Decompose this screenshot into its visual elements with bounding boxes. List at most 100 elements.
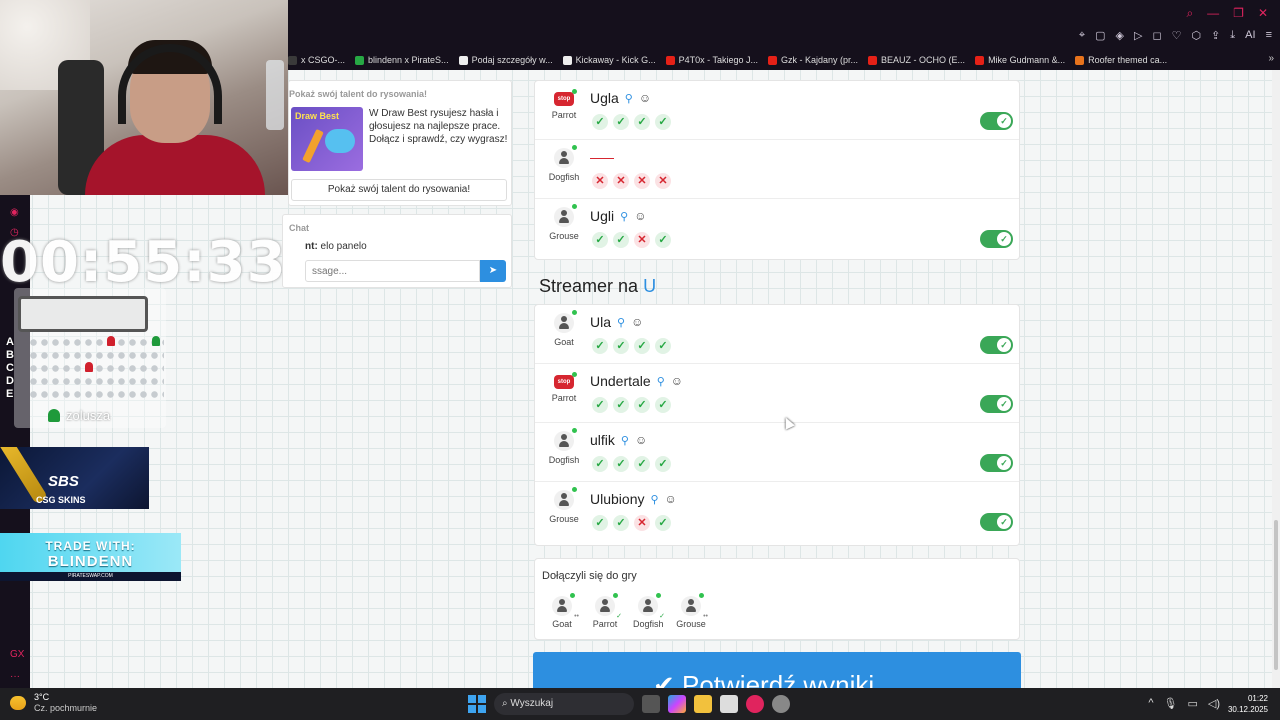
search-icon[interactable]: ⚲	[650, 493, 658, 506]
emoji-icon[interactable]: ☺	[639, 91, 651, 105]
search-icon[interactable]: ⚲	[617, 316, 625, 329]
check-icon[interactable]: ✓	[634, 114, 650, 130]
accept-toggle[interactable]	[980, 513, 1013, 531]
bookmark-item[interactable]: BEAUZ - OCHO (E...	[868, 55, 965, 65]
emoji-icon[interactable]: ☺	[631, 315, 643, 329]
check-icon[interactable]: ✓	[592, 114, 608, 130]
accept-toggle[interactable]	[980, 336, 1013, 354]
volume-icon[interactable]: ◁)	[1208, 697, 1220, 710]
cross-icon[interactable]: ✕	[655, 173, 671, 189]
clock[interactable]: 01:22 30.12.2025	[1228, 693, 1268, 715]
ai-button[interactable]: AI	[1245, 29, 1255, 42]
search-icon[interactable]: ⚲	[657, 375, 665, 388]
check-icon[interactable]: ✓	[655, 456, 671, 472]
cross-icon[interactable]: ✕	[634, 173, 650, 189]
answer-text: Ugla	[590, 90, 619, 106]
check-icon[interactable]: ✓	[592, 456, 608, 472]
bookmark-item[interactable]: P4T0x - Takiego J...	[665, 55, 758, 65]
play-icon[interactable]: ▷	[1134, 29, 1142, 42]
search-icon[interactable]: ⚲	[621, 434, 629, 447]
pin-icon[interactable]: ⌖	[1079, 29, 1085, 42]
check-icon[interactable]: ✓	[592, 397, 608, 413]
windows-start-icon[interactable]	[468, 695, 486, 713]
check-icon[interactable]: ✓	[613, 232, 629, 248]
cross-icon[interactable]: ✕	[613, 173, 629, 189]
confirm-results-button[interactable]: ✔ Potwierdź wyniki	[533, 652, 1021, 692]
store-icon[interactable]	[720, 695, 738, 713]
emoji-icon[interactable]: ☺	[635, 433, 647, 447]
gx-icon[interactable]: GX	[10, 649, 24, 660]
maximize-icon[interactable]: ❐	[1233, 6, 1244, 21]
bookmark-item[interactable]: Kickaway - Kick G...	[562, 55, 656, 65]
bookmark-item[interactable]: Roofer themed ca...	[1075, 55, 1167, 65]
screenshot-icon[interactable]: ▢	[1095, 29, 1105, 42]
bookmark-item[interactable]: x CSGO-...	[288, 55, 345, 65]
record-icon[interactable]: ◉	[10, 207, 19, 218]
file-explorer-icon[interactable]	[694, 695, 712, 713]
bookmarks-overflow-icon[interactable]: »	[1268, 53, 1274, 64]
accept-toggle[interactable]	[980, 230, 1013, 248]
emoji-icon[interactable]: ☺	[665, 492, 677, 506]
check-icon[interactable]: ✓	[613, 397, 629, 413]
heart-icon[interactable]: ♡	[1172, 29, 1182, 42]
cross-icon[interactable]: ✕	[592, 173, 608, 189]
check-icon[interactable]: ✓	[655, 515, 671, 531]
box-icon[interactable]: ◻	[1152, 29, 1161, 42]
accept-toggle[interactable]	[980, 454, 1013, 472]
check-icon[interactable]: ✓	[634, 338, 650, 354]
menu-icon[interactable]: ≡	[1266, 29, 1272, 42]
player: Dogfish	[541, 428, 587, 465]
check-icon[interactable]: ✓	[655, 232, 671, 248]
chat-send-button[interactable]: ➤	[480, 260, 506, 282]
more-icon[interactable]: ···	[10, 671, 20, 682]
search-icon[interactable]: ⚲	[625, 92, 633, 105]
check-icon[interactable]: ✓	[655, 397, 671, 413]
accept-toggle[interactable]	[980, 112, 1013, 130]
ad-button[interactable]: Pokaż swój talent do rysowania!	[291, 179, 507, 201]
bookmark-item[interactable]: Gzk - Kajdany (pr...	[768, 55, 858, 65]
task-view-icon[interactable]	[642, 695, 660, 713]
check-icon[interactable]: ✓	[613, 456, 629, 472]
check-icon[interactable]: ✓	[613, 114, 629, 130]
minimize-icon[interactable]: —	[1207, 6, 1219, 21]
bookmark-item[interactable]: Mike Gudmann &...	[975, 55, 1065, 65]
search-icon[interactable]: ⌕	[1186, 6, 1193, 21]
emoji-icon[interactable]: ☺	[671, 374, 683, 388]
accept-toggle[interactable]	[980, 395, 1013, 413]
app-icon[interactable]	[772, 695, 790, 713]
extensions-icon[interactable]: ⬡	[1191, 29, 1201, 42]
search-icon[interactable]: ⚲	[620, 210, 628, 223]
check-icon[interactable]: ✓	[655, 114, 671, 130]
display-icon[interactable]: ▭	[1187, 697, 1197, 710]
check-icon[interactable]: ✓	[634, 397, 650, 413]
cross-icon[interactable]: ✕	[634, 515, 650, 531]
cross-icon[interactable]: ✕	[634, 232, 650, 248]
emoji-icon[interactable]: ☺	[634, 209, 646, 223]
copilot-icon[interactable]	[668, 695, 686, 713]
check-icon[interactable]: ✓	[613, 338, 629, 354]
bookmark-item[interactable]: Podaj szczegóły w...	[458, 55, 553, 65]
check-icon[interactable]: ✓	[655, 338, 671, 354]
shield-icon[interactable]: ◈	[1116, 29, 1124, 42]
check-icon[interactable]: ✓	[592, 232, 608, 248]
download-icon[interactable]: ⤓	[1230, 29, 1235, 42]
close-icon[interactable]: ✕	[1258, 6, 1268, 21]
answer-text: Ugli	[590, 208, 615, 224]
check-icon[interactable]: ✓	[592, 338, 608, 354]
check-icon[interactable]: ✓	[634, 456, 650, 472]
opera-gx-icon[interactable]	[746, 695, 764, 713]
page-scrollbar[interactable]	[1272, 70, 1280, 688]
taskbar-search[interactable]: ⌕ Wyszukaj	[494, 693, 634, 715]
chevron-up-icon[interactable]: ^	[1148, 697, 1153, 710]
weather-widget[interactable]: 3°C Cz. pochmurnie	[10, 692, 97, 714]
share-icon[interactable]: ⇪	[1211, 29, 1220, 42]
microphone-icon[interactable]: 🎙	[1164, 697, 1178, 710]
chat-input[interactable]	[305, 260, 480, 282]
scrollbar-thumb[interactable]	[1274, 520, 1278, 670]
bookmark-item[interactable]: blindenn x PirateS...	[355, 55, 449, 65]
seat-taken	[85, 362, 93, 372]
check-icon[interactable]: ✓	[592, 515, 608, 531]
ad-image[interactable]: Draw Best	[291, 107, 363, 171]
check-icon[interactable]: ✓	[613, 515, 629, 531]
trade-banner: TRADE WITH: BLINDENN PIRATESWAP.COM	[0, 533, 181, 581]
